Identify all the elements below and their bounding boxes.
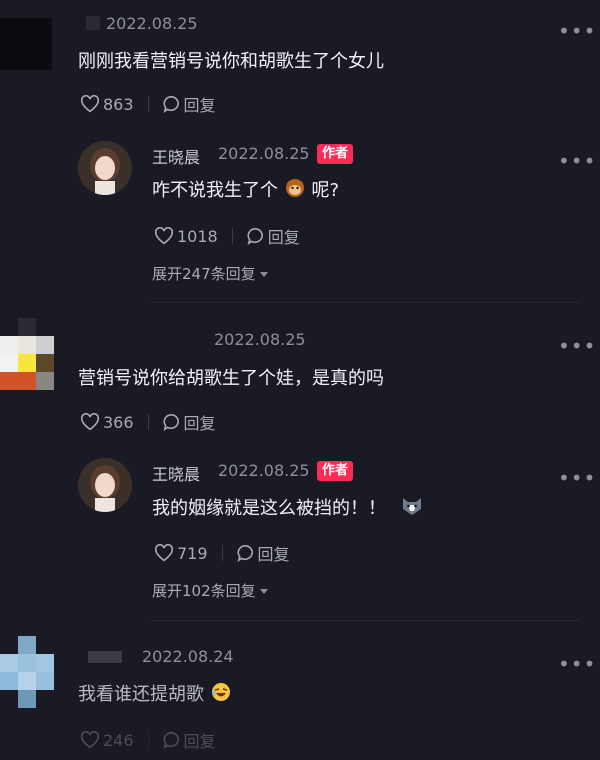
like-button[interactable]: 246: [80, 731, 134, 750]
like-count: 1018: [177, 226, 218, 246]
like-button[interactable]: 863: [80, 95, 134, 114]
comment-date: 2022.08.25: [214, 330, 306, 349]
comment-text: 刚刚我看营销号说你和胡歌生了个女儿: [78, 51, 384, 72]
reply-label: 回复: [257, 545, 290, 564]
reply-button[interactable]: 回复: [163, 92, 216, 116]
divider: [147, 414, 149, 430]
monkey-emoji-icon: [285, 179, 304, 197]
comment-date: 2022.08.24: [142, 647, 234, 666]
author-avatar-image: [78, 141, 132, 195]
author-name[interactable]: 王晓晨: [152, 144, 200, 168]
author-avatar[interactable]: [78, 141, 132, 195]
comment-text-part: 我看谁还提胡歌: [78, 684, 204, 705]
reply-button[interactable]: 回复: [163, 410, 216, 434]
reply-actions: 719 回复: [154, 541, 290, 565]
like-button[interactable]: 366: [80, 413, 134, 432]
more-options-icon[interactable]: •••: [558, 21, 596, 41]
comment-date: 2022.08.25: [106, 14, 198, 33]
reply-label: 回复: [183, 414, 216, 433]
reply-text: 咋不说我生了个 呢?: [152, 176, 339, 202]
reply-text-part: 咋不说我生了个: [152, 180, 278, 201]
author-badge: 作者: [317, 144, 354, 164]
author-badge: 作者: [317, 461, 354, 481]
user-avatar-3[interactable]: [0, 636, 54, 708]
heart-icon: [80, 731, 100, 749]
reply-button[interactable]: 回复: [237, 541, 290, 565]
author-avatar[interactable]: [78, 458, 132, 512]
reply-label: 回复: [183, 732, 216, 751]
comment-text: 我看谁还提胡歌: [78, 680, 232, 706]
like-count: 246: [103, 730, 134, 750]
like-button[interactable]: 719: [154, 544, 208, 563]
more-options-icon[interactable]: •••: [558, 336, 596, 356]
more-options-icon[interactable]: •••: [558, 654, 596, 674]
divider: [231, 228, 233, 244]
chevron-down-icon: [259, 589, 268, 594]
laughing-emoji-icon: [211, 683, 230, 701]
reply-text: 我的姻缘就是这么被挡的！！: [152, 494, 424, 520]
heart-icon: [154, 227, 174, 245]
user-avatar-1[interactable]: [0, 18, 52, 70]
like-button[interactable]: 1018: [154, 227, 218, 246]
divider: [221, 545, 223, 561]
reply-bubble-icon: [163, 731, 179, 749]
heart-icon: [80, 95, 100, 113]
reply-bubble-icon: [247, 227, 263, 245]
author-avatar-image: [78, 458, 132, 512]
reply-bubble-icon: [163, 413, 179, 431]
more-options-icon[interactable]: •••: [558, 151, 596, 171]
reply-bubble-icon: [237, 544, 253, 562]
reply-button[interactable]: 回复: [247, 224, 300, 248]
reply-button[interactable]: 回复: [163, 728, 216, 752]
user-avatar-2[interactable]: [0, 318, 54, 390]
reply-label: 回复: [183, 96, 216, 115]
comment-actions: 246 回复: [80, 728, 216, 752]
comment-divider: [150, 302, 580, 303]
reply-text-part: 呢?: [311, 180, 340, 201]
expand-replies-button[interactable]: 展开102条回复: [152, 580, 268, 601]
reply-date: 2022.08.25: [218, 461, 310, 480]
expand-replies-label: 展开247条回复: [152, 265, 256, 283]
reply-text-part: 我的姻缘就是这么被挡的！！: [152, 498, 386, 519]
divider: [147, 732, 149, 748]
heart-icon: [154, 544, 174, 562]
like-count: 719: [177, 543, 208, 563]
more-options-icon[interactable]: •••: [558, 468, 596, 488]
chevron-down-icon: [259, 272, 268, 277]
like-count: 863: [103, 94, 134, 114]
husky-emoji-icon: [402, 498, 421, 515]
reply-bubble-icon: [163, 95, 179, 113]
comment-divider: [150, 620, 580, 621]
like-count: 366: [103, 412, 134, 432]
comment-actions: 366 回复: [80, 410, 216, 434]
expand-replies-button[interactable]: 展开247条回复: [152, 263, 268, 284]
heart-icon: [80, 413, 100, 431]
reply-date: 2022.08.25: [218, 144, 310, 163]
expand-replies-label: 展开102条回复: [152, 582, 256, 600]
divider: [147, 96, 149, 112]
reply-actions: 1018 回复: [154, 224, 300, 248]
comment-text: 营销号说你给胡歌生了个娃，是真的吗: [78, 368, 384, 389]
pixelated-avatar-image: [0, 636, 54, 708]
author-name[interactable]: 王晓晨: [152, 461, 200, 485]
username-blur-1: [86, 16, 100, 30]
pixelated-avatar-image: [0, 318, 54, 390]
username-blur-3: [88, 651, 122, 663]
comment-actions: 863 回复: [80, 92, 216, 116]
reply-label: 回复: [267, 228, 300, 247]
